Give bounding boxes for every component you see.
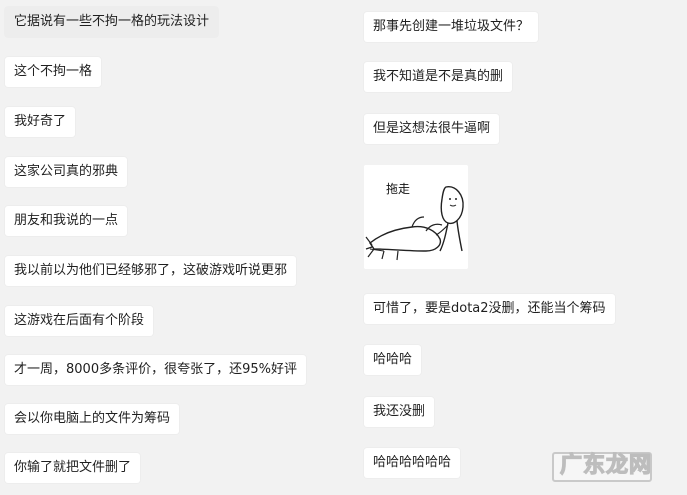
message-bubble-right[interactable]: 我还没删 xyxy=(364,397,435,427)
message-bubble-left[interactable]: 朋友和我说的一点 xyxy=(5,206,128,236)
message-bubble-left[interactable]: 它据说有一些不拘一格的玩法设计 xyxy=(5,7,219,37)
sticker-caption: 拖走 xyxy=(386,182,410,196)
watermark-text: 广东龙网 xyxy=(559,452,653,478)
message-bubble-right[interactable]: 我不知道是不是真的删 xyxy=(364,62,513,92)
watermark-logo: 广东龙网 xyxy=(552,452,652,482)
message-bubble-right[interactable]: 但是这想法很牛逼啊 xyxy=(364,114,500,144)
message-bubble-left[interactable]: 会以你电脑上的文件为筹码 xyxy=(5,404,180,434)
message-bubble-left[interactable]: 我以前以为他们已经够邪了，这破游戏听说更邪 xyxy=(5,256,297,286)
message-bubble-left[interactable]: 我好奇了 xyxy=(5,107,76,137)
message-bubble-right[interactable]: 哈哈哈哈哈哈 xyxy=(364,448,461,478)
message-bubble-left[interactable]: 才一周，8000多条评价，很夸张了，还95%好评 xyxy=(5,355,306,385)
message-bubble-left[interactable]: 你输了就把文件删了 xyxy=(5,453,141,483)
message-bubble-right[interactable]: 那事先创建一堆垃圾文件？ xyxy=(364,12,539,42)
message-bubble-right[interactable]: 可惜了，要是dota2没删，还能当个筹码 xyxy=(364,294,615,324)
message-bubble-left[interactable]: 这家公司真的邪典 xyxy=(5,157,128,187)
message-bubble-right[interactable]: 哈哈哈 xyxy=(364,345,422,375)
message-bubble-left[interactable]: 这游戏在后面有个阶段 xyxy=(5,306,154,336)
dragging-away-sticker-icon[interactable]: 拖走 xyxy=(364,165,468,269)
message-bubble-left[interactable]: 这个不拘一格 xyxy=(5,57,102,87)
